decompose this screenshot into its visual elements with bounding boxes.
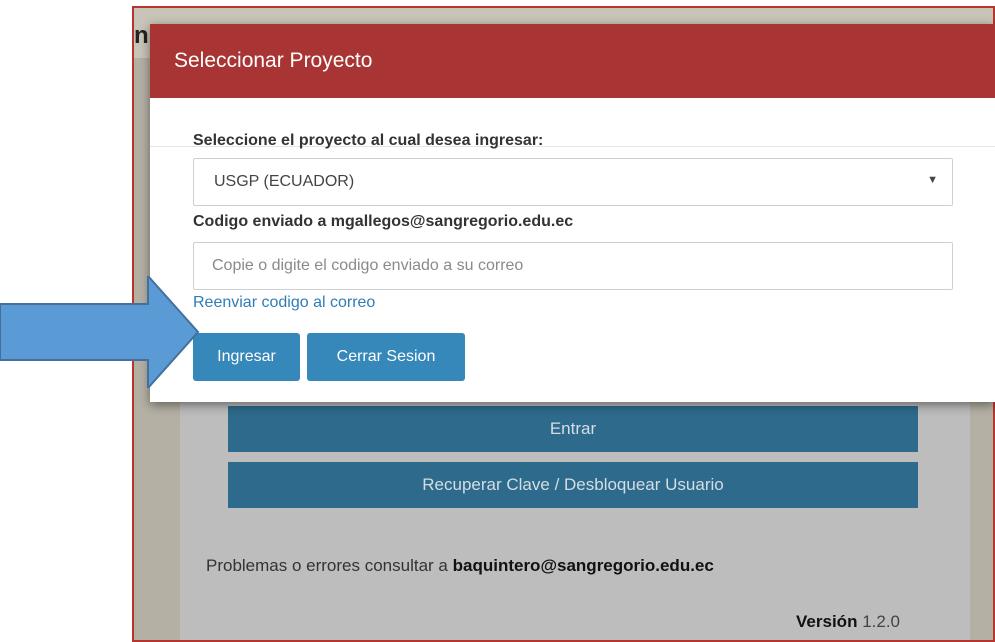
login-button[interactable]: Ingresar: [193, 333, 300, 381]
arrow-right-icon: [0, 276, 200, 388]
project-label: Seleccione el proyecto al cual desea ing…: [193, 132, 544, 149]
caret-down-icon: ▼: [927, 174, 938, 186]
project-select-value: USGP (ECUADOR): [214, 173, 355, 190]
project-select[interactable]: USGP (ECUADOR) ▼: [193, 158, 953, 206]
resend-code-link[interactable]: Reenviar codigo al correo: [193, 294, 375, 312]
modal-header: Seleccionar Proyecto: [150, 24, 995, 98]
version-info: Versión 1.2.0: [796, 612, 900, 632]
version-label: Versión: [796, 612, 858, 631]
recover-password-button[interactable]: Recuperar Clave / Desbloquear Usuario: [228, 462, 918, 508]
select-project-modal: Seleccionar Proyecto Seleccione el proye…: [150, 24, 995, 402]
verification-code-input[interactable]: [193, 242, 953, 290]
version-value: 1.2.0: [862, 612, 900, 631]
logout-button[interactable]: Cerrar Sesion: [307, 333, 465, 381]
support-text: Problemas o errores consultar a baquinte…: [206, 556, 714, 576]
enter-button[interactable]: Entrar: [228, 406, 918, 452]
modal-title: Seleccionar Proyecto: [174, 49, 373, 72]
code-label: Codigo enviado a mgallegos@sangregorio.e…: [193, 213, 574, 230]
support-email: baquintero@sangregorio.edu.ec: [452, 556, 714, 575]
support-text-label: Problemas o errores consultar a: [206, 556, 453, 575]
